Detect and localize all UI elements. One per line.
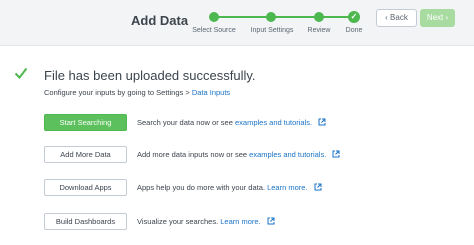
- learn-more-link[interactable]: Learn more.: [267, 183, 307, 192]
- external-link-icon[interactable]: [314, 183, 322, 191]
- step-dot-review: [314, 12, 324, 22]
- header-bar: Add Data ✓ Select Source Input Settings …: [0, 0, 474, 46]
- back-button[interactable]: ‹ Back: [376, 9, 417, 27]
- step-label-review: Review: [307, 27, 331, 34]
- success-subtitle: Configure your inputs by going to Settin…: [44, 88, 230, 97]
- success-check-icon: [14, 67, 28, 80]
- step-dot-select-source: [209, 12, 219, 22]
- learn-more-link[interactable]: Learn more.: [220, 217, 260, 226]
- chevron-left-icon: ‹: [385, 13, 388, 22]
- start-searching-description: Search your data now or see examples and…: [137, 118, 326, 127]
- step-done-check-icon: ✓: [348, 11, 360, 23]
- examples-tutorials-link[interactable]: examples and tutorials.: [235, 118, 312, 127]
- data-inputs-link[interactable]: Data Inputs: [192, 88, 230, 97]
- next-button-label: Next: [426, 13, 444, 22]
- row-text: Add more data inputs now or see: [137, 150, 250, 159]
- step-dot-input-settings: [266, 12, 276, 22]
- examples-tutorials-link[interactable]: examples and tutorials.: [249, 150, 326, 159]
- wizard-progress-line: [214, 16, 357, 18]
- external-link-icon[interactable]: [332, 150, 340, 158]
- build-dashboards-description: Visualize your searches. Learn more.: [137, 217, 275, 226]
- build-dashboards-button[interactable]: Build Dashboards: [44, 213, 127, 230]
- external-link-icon[interactable]: [318, 118, 326, 126]
- add-more-data-description: Add more data inputs now or see examples…: [137, 150, 340, 159]
- start-searching-button[interactable]: Start Searching: [44, 114, 127, 131]
- add-more-data-button[interactable]: Add More Data: [44, 146, 127, 163]
- download-apps-description: Apps help you do more with your data. Le…: [137, 183, 322, 192]
- back-button-label: Back: [390, 13, 408, 22]
- row-text: Search your data now or see: [137, 118, 235, 127]
- success-title: File has been uploaded successfully.: [44, 68, 256, 83]
- row-text: Visualize your searches.: [137, 217, 221, 226]
- step-label-done: Done: [345, 27, 363, 34]
- download-apps-button[interactable]: Download Apps: [44, 179, 127, 196]
- external-link-icon[interactable]: [267, 217, 275, 225]
- success-subtitle-text: Configure your inputs by going to Settin…: [44, 88, 192, 97]
- next-button[interactable]: Next ›: [420, 9, 455, 27]
- chevron-right-icon: ›: [445, 13, 449, 22]
- step-label-input-settings: Input Settings: [250, 27, 294, 34]
- step-label-select-source: Select Source: [192, 27, 236, 34]
- row-text: Apps help you do more with your data.: [137, 183, 268, 192]
